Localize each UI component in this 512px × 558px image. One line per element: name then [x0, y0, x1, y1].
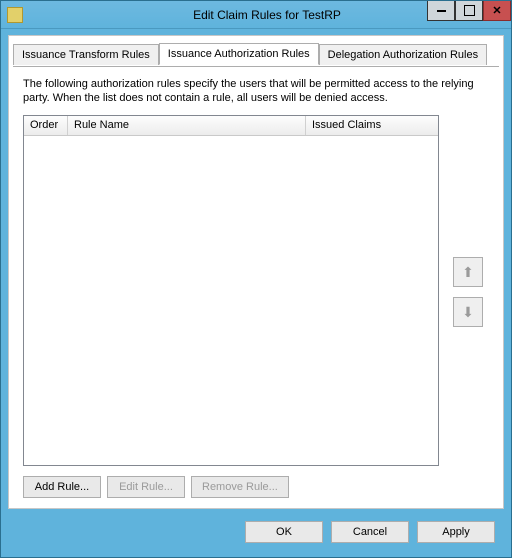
- close-button[interactable]: [483, 1, 511, 21]
- move-up-button[interactable]: ⬆: [453, 257, 483, 287]
- move-down-button[interactable]: ⬇: [453, 297, 483, 327]
- apply-button[interactable]: Apply: [417, 521, 495, 543]
- add-rule-button[interactable]: Add Rule...: [23, 476, 101, 498]
- titlebar[interactable]: Edit Claim Rules for TestRP: [1, 1, 511, 29]
- column-order[interactable]: Order: [24, 116, 68, 135]
- rules-list-area: Order Rule Name Issued Claims: [23, 115, 439, 466]
- listview-header: Order Rule Name Issued Claims: [24, 116, 438, 136]
- description-text: The following authorization rules specif…: [23, 77, 489, 106]
- tab-delegation-authorization[interactable]: Delegation Authorization Rules: [319, 44, 487, 65]
- ok-button[interactable]: OK: [245, 521, 323, 543]
- maximize-button[interactable]: [455, 1, 483, 21]
- column-rule-name[interactable]: Rule Name: [68, 116, 306, 135]
- column-issued-claims[interactable]: Issued Claims: [306, 116, 438, 135]
- window-controls: [427, 1, 511, 21]
- tab-issuance-authorization[interactable]: Issuance Authorization Rules: [159, 43, 319, 65]
- tab-issuance-transform[interactable]: Issuance Transform Rules: [13, 44, 159, 65]
- rules-listview[interactable]: Order Rule Name Issued Claims: [23, 115, 439, 466]
- minimize-button[interactable]: [427, 1, 455, 21]
- arrow-up-icon: ⬆: [462, 264, 474, 281]
- client-area: Issuance Transform Rules Issuance Author…: [8, 35, 504, 509]
- dialog-buttons: OK Cancel Apply: [245, 521, 495, 543]
- dialog-window: Edit Claim Rules for TestRP Issuance Tra…: [0, 0, 512, 558]
- order-buttons: ⬆ ⬇: [453, 257, 483, 327]
- tab-body: The following authorization rules specif…: [13, 66, 499, 508]
- arrow-down-icon: ⬇: [462, 304, 474, 321]
- edit-rule-button: Edit Rule...: [107, 476, 185, 498]
- remove-rule-button: Remove Rule...: [191, 476, 289, 498]
- app-icon: [7, 7, 23, 23]
- rule-action-buttons: Add Rule... Edit Rule... Remove Rule...: [23, 476, 439, 498]
- cancel-button[interactable]: Cancel: [331, 521, 409, 543]
- tab-strip: Issuance Transform Rules Issuance Author…: [9, 36, 503, 64]
